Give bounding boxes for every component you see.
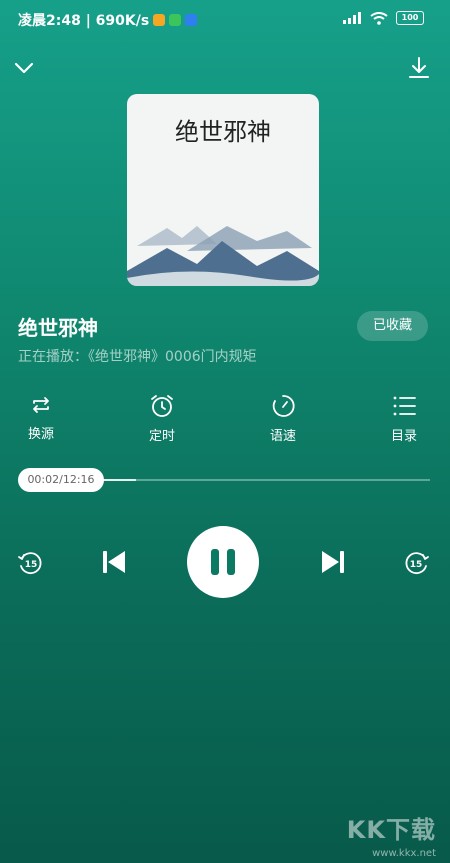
next-button[interactable] — [319, 548, 347, 576]
status-time-speed: 凌晨2:48 | 690K/s — [18, 10, 198, 30]
wifi-icon — [370, 11, 388, 25]
wechat-icon — [169, 14, 182, 26]
status-text: 凌晨2:48 | 690K/s — [18, 13, 150, 29]
skip-previous-icon — [103, 551, 125, 573]
pause-button[interactable] — [187, 526, 259, 598]
action-speed[interactable]: 语速 — [253, 393, 313, 444]
swap-icon — [33, 397, 49, 413]
app-notification-icon-2 — [185, 14, 198, 26]
status-indicators: 100 — [342, 11, 424, 25]
list-icon — [393, 396, 416, 416]
speed-gauge-icon — [272, 395, 295, 417]
alarm-clock-icon — [151, 395, 173, 417]
favorite-button[interactable]: 已收藏 — [357, 311, 428, 341]
forward-seconds: 15 — [410, 560, 423, 570]
action-timer[interactable]: 定时 — [132, 393, 192, 444]
watermark-logo: KK下载 — [346, 816, 436, 844]
signal-icon — [343, 12, 361, 24]
cover-title: 绝世邪神 — [175, 118, 271, 146]
book-title: 绝世邪神 — [18, 316, 98, 340]
rewind-seconds: 15 — [25, 560, 38, 570]
rewind-15-button[interactable]: 15 — [16, 550, 44, 576]
app-notification-icon — [153, 14, 166, 26]
action-label: 换源 — [27, 427, 54, 442]
skip-next-icon — [322, 551, 344, 573]
progress-track[interactable] — [100, 479, 430, 481]
rewind-icon: 15 — [18, 552, 42, 575]
action-swap-source[interactable]: 换源 — [11, 393, 71, 442]
watermark-site: www.kkx.net — [372, 848, 436, 859]
forward-icon: 15 — [405, 552, 429, 575]
action-catalog[interactable]: 目录 — [374, 393, 434, 444]
chevron-down-icon[interactable] — [12, 56, 36, 80]
book-cover: 绝世邪神 — [127, 94, 319, 286]
pause-icon — [211, 549, 219, 575]
progress-time-thumb[interactable]: 00:02/12:16 — [18, 468, 104, 492]
mountain-illustration — [127, 226, 319, 286]
pause-icon-bar — [227, 549, 235, 575]
action-label: 目录 — [390, 429, 417, 444]
progress-fill — [100, 479, 136, 481]
action-label: 语速 — [269, 429, 296, 444]
download-icon[interactable] — [407, 56, 431, 80]
forward-15-button[interactable]: 15 — [403, 550, 431, 576]
previous-button[interactable] — [100, 548, 128, 576]
now-playing-text: 正在播放：《绝世邪神》0006门内规矩 — [18, 349, 257, 365]
battery-icon: 100 — [396, 11, 424, 25]
action-label: 定时 — [148, 429, 175, 444]
